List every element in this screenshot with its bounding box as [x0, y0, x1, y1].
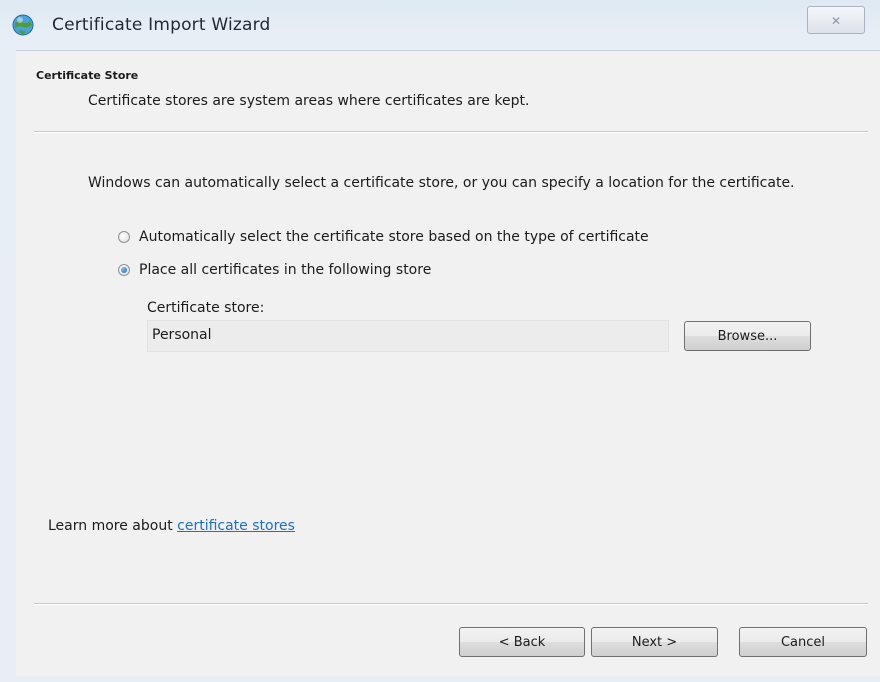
radio-auto-select[interactable]: Automatically select the certificate sto… [118, 227, 649, 247]
certificate-stores-link[interactable]: certificate stores [177, 518, 295, 534]
title-bar[interactable]: Certificate Import Wizard ✕ [0, 0, 880, 50]
back-button[interactable]: < Back [459, 627, 585, 657]
browse-button[interactable]: Browse... [684, 321, 811, 351]
radio-auto-select-label[interactable]: Automatically select the certificate sto… [139, 229, 649, 245]
certificate-import-wizard-window: Certificate Import Wizard ✕ Certificate … [0, 0, 880, 682]
radio-place-in-store[interactable]: Place all certificates in the following … [118, 260, 431, 280]
learn-more-prefix: Learn more about [48, 518, 178, 534]
cancel-button[interactable]: Cancel [739, 627, 867, 657]
radio-place-in-store-button[interactable] [118, 264, 130, 276]
next-button[interactable]: Next > [591, 627, 718, 657]
certificate-store-field[interactable]: Personal [147, 320, 669, 352]
radio-place-in-store-label[interactable]: Place all certificates in the following … [139, 262, 431, 278]
learn-more-text: Learn more about certificate stores [48, 518, 295, 534]
page-title: Certificate Store [36, 69, 139, 82]
header-divider [34, 131, 868, 133]
radio-auto-select-button[interactable] [118, 231, 130, 243]
intro-text: Windows can automatically select a certi… [88, 175, 795, 191]
certificate-store-label: Certificate store: [147, 300, 265, 316]
close-icon: ✕ [830, 14, 842, 28]
certificate-globe-icon [12, 14, 34, 36]
wizard-content [16, 50, 880, 676]
window-title: Certificate Import Wizard [52, 15, 271, 35]
footer-divider [34, 603, 868, 605]
page-description: Certificate stores are system areas wher… [88, 93, 530, 109]
close-button[interactable]: ✕ [807, 6, 865, 34]
